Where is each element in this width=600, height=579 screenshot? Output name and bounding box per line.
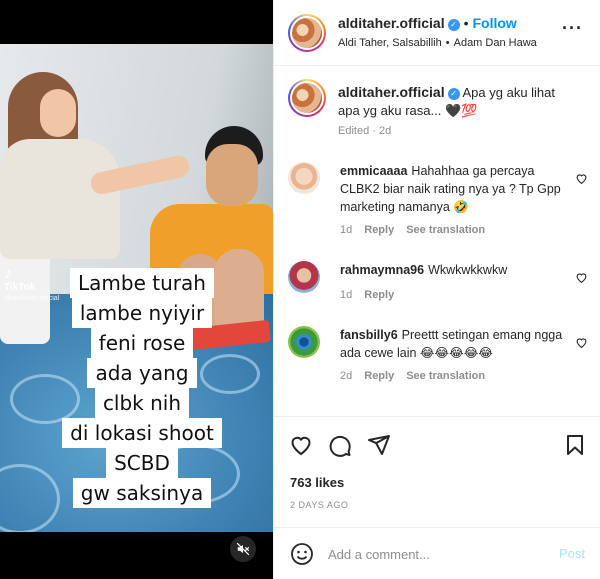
overlay-line: lambe nyiyir <box>71 298 213 328</box>
see-translation-button[interactable]: See translation <box>406 224 485 236</box>
comment-username[interactable]: fansbilly6 <box>340 328 398 342</box>
volume-off-icon <box>236 542 250 556</box>
comment-age: 1d <box>340 289 353 301</box>
video-player[interactable]: ♪ TikTok @alditaher.official Lambe turah… <box>0 44 273 532</box>
likes-count[interactable]: 763 likes <box>290 475 344 490</box>
comments-list[interactable]: alditaher.official ✓ Apa yg aku lihat apa… <box>274 67 600 415</box>
post-media[interactable]: ♪ TikTok @alditaher.official Lambe turah… <box>0 0 273 579</box>
more-horizontal-icon: ··· <box>562 18 583 38</box>
avatar[interactable] <box>288 162 320 194</box>
bookmark-icon[interactable] <box>563 433 587 457</box>
reply-button[interactable]: Reply <box>364 224 394 236</box>
see-translation-button[interactable]: See translation <box>406 370 485 382</box>
username-link[interactable]: alditaher.official <box>338 15 445 31</box>
comment-text: rahmaymna96 Wkwkwkkwkw <box>340 261 568 279</box>
caption-text: alditaher.official ✓ Apa yg aku lihat apa… <box>338 83 568 120</box>
reply-button[interactable]: Reply <box>364 289 394 301</box>
overlay-line: ada yang <box>87 358 197 388</box>
post-author: alditaher.official ✓ • Follow <box>338 15 517 31</box>
overlay-line: SCBD <box>106 448 178 478</box>
like-comment-icon[interactable] <box>575 271 588 284</box>
comment-username[interactable]: rahmaymna96 <box>340 263 424 277</box>
overlay-line: di lokasi shoot <box>62 418 222 448</box>
comment-meta: 1d Reply See translation <box>340 224 497 236</box>
post-actions: 763 likes 2 DAYS AGO <box>274 416 600 526</box>
avatar[interactable] <box>288 14 326 52</box>
mute-button[interactable] <box>230 536 256 562</box>
like-comment-icon[interactable] <box>575 336 588 349</box>
comment-text: emmicaaaa Hahahhaa ga percaya CLBK2 biar … <box>340 162 568 216</box>
tiktok-brand: TikTok <box>4 282 36 293</box>
tiktok-icon: ♪ <box>4 265 12 282</box>
add-comment-bar: Post <box>274 527 600 579</box>
username-link[interactable]: alditaher.official <box>338 84 445 100</box>
verified-badge-icon: ✓ <box>447 88 460 100</box>
comment-age: 1d <box>340 224 353 236</box>
tagged-users[interactable]: Aldi Taher, Salsabillih <box>338 37 442 49</box>
avatar[interactable] <box>288 79 326 117</box>
send-icon[interactable] <box>367 433 391 457</box>
overlay-line: feni rose <box>90 328 194 358</box>
edited-label: Edited <box>338 125 370 137</box>
more-options-button[interactable]: ··· <box>562 18 583 39</box>
post-comment-button[interactable]: Post <box>559 546 585 561</box>
overlay-line: clbk nih <box>94 388 190 418</box>
post-subtitle: Aldi Taher, Salsabillih • Adam Dan Hawa <box>338 37 537 49</box>
tiktok-watermark: ♪ TikTok @alditaher.official <box>4 265 60 303</box>
like-comment-icon[interactable] <box>575 172 588 185</box>
verified-badge-icon: ✓ <box>447 19 460 31</box>
post-date: 2 DAYS AGO <box>290 500 349 510</box>
music-link[interactable]: Adam Dan Hawa <box>454 37 537 49</box>
follow-button[interactable]: Follow <box>473 15 517 31</box>
comment-text: fansbilly6 Preettt setingan emang ngga ad… <box>340 326 568 362</box>
heart-icon[interactable] <box>289 433 313 457</box>
comment-icon[interactable] <box>328 433 352 457</box>
video-text-overlay: Lambe turah lambe nyiyir feni rose ada y… <box>62 268 222 508</box>
emoji-icon[interactable] <box>290 542 314 566</box>
avatar[interactable] <box>288 261 320 293</box>
post-header: alditaher.official ✓ • Follow Aldi Taher, S… <box>274 0 600 66</box>
comment-meta: 1d Reply <box>340 289 406 301</box>
caption-age: 2d <box>378 125 392 137</box>
tiktok-handle: @alditaher.official <box>4 295 60 302</box>
overlay-line: Lambe turah <box>70 268 214 298</box>
avatar[interactable] <box>288 326 320 358</box>
reply-button[interactable]: Reply <box>364 370 394 382</box>
comment-meta: 2d Reply See translation <box>340 370 497 382</box>
comment-age: 2d <box>340 370 353 382</box>
caption-meta: Edited · 2d <box>338 125 392 137</box>
comment-body: Wkwkwkkwkw <box>428 263 508 277</box>
post-info-panel: alditaher.official ✓ • Follow Aldi Taher, S… <box>273 0 600 579</box>
add-comment-input[interactable] <box>328 542 538 566</box>
comment-username[interactable]: emmicaaaa <box>340 164 407 178</box>
overlay-line: gw saksinya <box>72 478 212 508</box>
